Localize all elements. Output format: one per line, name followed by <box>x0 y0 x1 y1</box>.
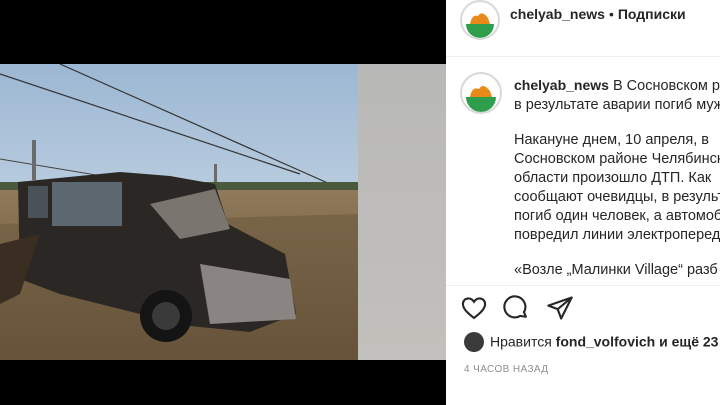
body-line-6: повредил линии электроперед <box>514 227 720 243</box>
caption-intro: chelyab_news В Сосновском р в результате… <box>514 76 720 115</box>
caption-body: Накануне днем, 10 апреля, в Сосновском р… <box>514 131 720 245</box>
caption-avatar[interactable] <box>460 72 502 114</box>
camel-logo-icon <box>463 75 499 112</box>
follow-button[interactable]: Подписки <box>618 6 686 22</box>
post-header: chelyab_news • Подписки <box>446 0 720 57</box>
header-user-line: chelyab_news • Подписки <box>510 6 686 22</box>
body-line-1: Накануне днем, 10 апреля, в <box>514 132 709 148</box>
post-sidebar: chelyab_news • Подписки chelyab_news В Сос… <box>446 0 720 405</box>
caption-username[interactable]: chelyab_news <box>514 77 609 93</box>
likes-prefix: Нравится <box>490 333 552 350</box>
liker-avatar[interactable] <box>464 332 484 352</box>
header-username[interactable]: chelyab_news <box>510 6 605 22</box>
actions-divider <box>446 285 720 286</box>
author-avatar[interactable] <box>460 0 500 40</box>
instagram-post-viewer: chelyab_news • Подписки chelyab_news В Сос… <box>0 0 720 405</box>
paper-plane-icon[interactable] <box>546 294 574 322</box>
body-line-3: области произошло ДТП. Как <box>514 170 712 186</box>
body-line-2: Сосновском районе Челябинск <box>514 151 720 167</box>
body-line-4: сообщают очевидцы, в результ <box>514 189 720 205</box>
post-photo[interactable] <box>0 64 446 360</box>
comment-icon[interactable] <box>502 294 530 322</box>
post-photo-image <box>0 64 446 360</box>
heart-icon[interactable] <box>460 294 488 322</box>
header-separator: • <box>608 6 614 22</box>
post-timestamp[interactable]: 4 ЧАСОВ НАЗАД <box>464 364 548 375</box>
likes-suffix[interactable]: и ещё 23 <box>659 334 718 350</box>
liker-username[interactable]: fond_volfovich <box>556 334 656 350</box>
caption-quote: «Возле „Малинки Village“ разб <box>514 261 720 280</box>
likes-line: Нравится fond_volfovich и ещё 23 <box>464 332 718 353</box>
post-caption: chelyab_news В Сосновском р в результате… <box>514 76 720 296</box>
caption-line-1: В Сосновском р <box>612 78 720 94</box>
quote-line: «Возле „Малинки Village“ разб <box>514 262 718 278</box>
caption-line-2: в результате аварии погиб муж <box>514 97 720 113</box>
camel-logo-icon <box>463 3 497 38</box>
body-line-5: погиб один человек, а автомоб <box>514 208 720 224</box>
